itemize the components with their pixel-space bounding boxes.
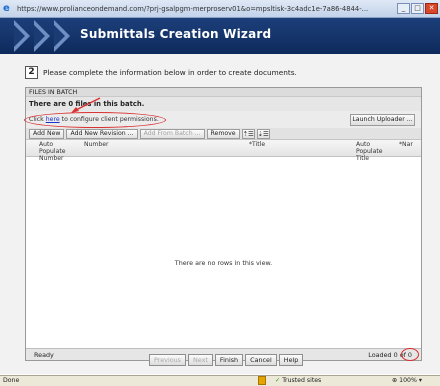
move-down-icon[interactable]: ⇣☰ — [256, 128, 270, 139]
column-header[interactable]: *Nar — [399, 141, 413, 148]
wizard-header: Submittals Creation Wizard — [0, 18, 440, 54]
check-icon: ✓ — [275, 377, 281, 384]
grid-header: Auto Populate Number Number *Title Auto … — [26, 140, 421, 162]
browser-title-bar: e https://www.prolianceondemand.com/?prj… — [0, 0, 440, 18]
status-ready: Ready — [34, 351, 54, 359]
finish-button[interactable]: Finish — [214, 354, 244, 366]
close-icon[interactable]: ✕ — [425, 3, 438, 14]
zoom-level[interactable]: ⊕ 100% ▾ — [392, 377, 422, 384]
step-text: Please complete the information below in… — [43, 68, 297, 77]
annotation-oval — [401, 348, 419, 361]
wizard-content: 2 Please complete the information below … — [0, 54, 440, 374]
step-instruction: 2 Please complete the information below … — [25, 66, 297, 79]
chevron-right-icon — [14, 20, 30, 52]
add-new-revision-button[interactable]: Add New Revision ... — [66, 128, 138, 139]
address-url[interactable]: https://www.prolianceondemand.com/?prj-g… — [17, 5, 389, 13]
zoom-value: 100% — [399, 377, 417, 384]
next-button[interactable]: Next — [188, 354, 213, 366]
step-number: 2 — [25, 66, 38, 79]
annotation-oval — [24, 112, 166, 128]
wizard-title: Submittals Creation Wizard — [80, 27, 272, 41]
chevron-right-icon — [34, 20, 50, 52]
permissions-row: Click here to configure client permissio… — [24, 97, 421, 128]
help-button[interactable]: Help — [278, 354, 304, 366]
grid-toolbar: Add New Add New Revision ... Add From Ba… — [26, 128, 421, 140]
window-controls: _ □ ✕ — [397, 3, 438, 14]
launch-uploader-button[interactable]: Launch Uploader ... — [350, 114, 415, 126]
cancel-button[interactable]: Cancel — [245, 354, 277, 366]
wizard-nav: Previous Next Finish Cancel Help — [149, 354, 304, 366]
grid-body: There are no rows in this view. — [26, 157, 421, 347]
add-from-batch-button[interactable]: Add From Batch ... — [139, 128, 205, 139]
annotation-arrow-icon — [71, 97, 101, 113]
trusted-sites: ✓ Trusted sites — [275, 377, 321, 384]
add-new-button[interactable]: Add New — [29, 128, 65, 139]
column-header[interactable]: *Title — [249, 141, 265, 148]
files-panel: FILES IN BATCH There are 0 files in this… — [24, 87, 422, 361]
empty-message: There are no rows in this view. — [174, 259, 273, 267]
remove-button[interactable]: Remove — [206, 128, 240, 139]
ie-logo-icon: e — [3, 3, 10, 14]
lock-icon — [258, 376, 266, 385]
previous-button[interactable]: Previous — [149, 354, 187, 366]
browser-status-bar: Done ✓ Trusted sites ⊕ 100% ▾ — [0, 375, 440, 386]
status-done: Done — [3, 377, 20, 384]
trusted-sites-label: Trusted sites — [282, 377, 322, 384]
chevron-right-icon — [54, 20, 70, 52]
move-up-icon[interactable]: ⇡☰ — [241, 128, 255, 139]
column-header[interactable]: Number — [84, 141, 108, 148]
minimize-icon[interactable]: _ — [397, 3, 410, 14]
maximize-icon[interactable]: □ — [411, 3, 424, 14]
